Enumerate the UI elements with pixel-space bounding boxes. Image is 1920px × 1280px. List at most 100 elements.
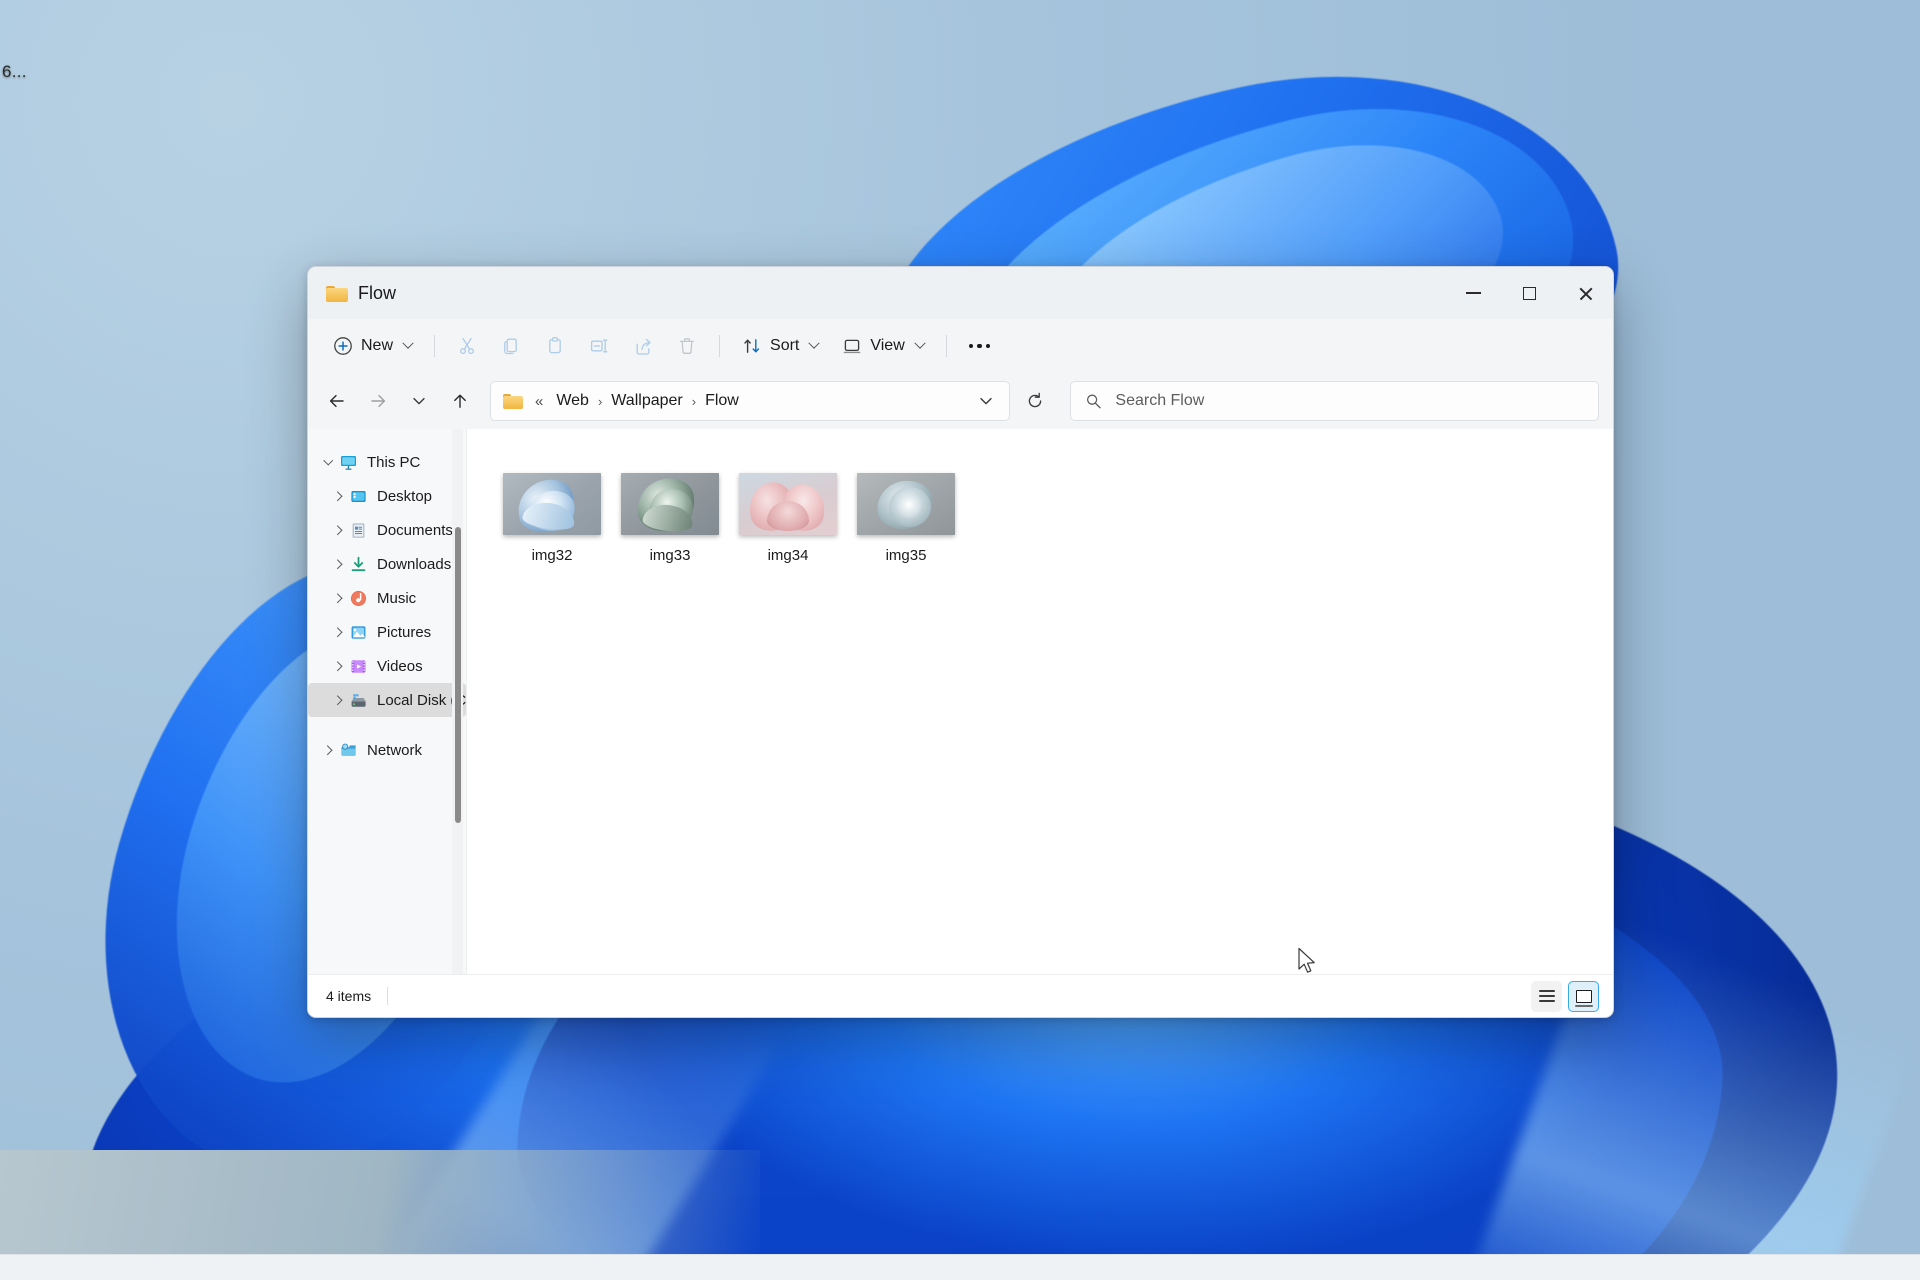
file-item[interactable]: img34 <box>729 467 847 572</box>
search-input[interactable] <box>1115 392 1584 410</box>
share-icon <box>636 338 651 355</box>
breadcrumb-item-wallpaper[interactable]: Wallpaper <box>604 388 689 414</box>
taskbar[interactable] <box>0 1254 1920 1280</box>
expand-chevron-icon[interactable] <box>328 588 348 608</box>
arrow-right-icon <box>371 394 386 408</box>
sidebar-label: Desktop <box>377 487 433 505</box>
sidebar-item-this-pc[interactable]: This PC <box>308 445 466 479</box>
this-pc-icon <box>338 452 358 472</box>
file-thumbnail <box>503 473 601 535</box>
file-name: img32 <box>531 547 573 564</box>
breadcrumb-dropdown-button[interactable] <box>969 384 1003 418</box>
search-box[interactable] <box>1069 381 1599 421</box>
view-toggle-group <box>1531 980 1599 1012</box>
new-button[interactable]: New <box>322 327 423 365</box>
expand-chevron-icon[interactable] <box>328 622 348 642</box>
close-button[interactable] <box>1557 267 1613 319</box>
expand-chevron-icon[interactable] <box>318 740 338 760</box>
minimize-button[interactable] <box>1445 267 1501 319</box>
expand-chevron-icon[interactable] <box>328 656 348 676</box>
status-bar: 4 items <box>308 974 1613 1017</box>
maximize-button[interactable] <box>1501 267 1557 319</box>
chevron-down-icon <box>979 397 992 405</box>
refresh-button[interactable] <box>1015 381 1055 421</box>
status-divider <box>387 987 389 1005</box>
videos-icon <box>348 656 368 676</box>
copy-icon <box>504 338 517 355</box>
trash-icon <box>679 338 695 354</box>
file-item[interactable]: img33 <box>611 467 729 572</box>
window-controls <box>1445 267 1613 319</box>
music-icon <box>348 588 368 608</box>
sidebar-scrollbar[interactable] <box>452 429 463 974</box>
file-thumbnail <box>739 473 837 535</box>
toolbar-divider-1 <box>434 335 436 357</box>
sort-button[interactable]: Sort <box>731 327 829 365</box>
folder-icon <box>326 284 348 302</box>
sidebar-label: Downloads <box>377 555 452 573</box>
back-button[interactable] <box>318 382 356 420</box>
paste-button[interactable] <box>534 327 576 365</box>
file-item[interactable]: img32 <box>493 467 611 572</box>
search-icon <box>1086 394 1101 409</box>
delete-button[interactable] <box>666 327 708 365</box>
expand-chevron-icon[interactable] <box>318 452 338 472</box>
details-view-button[interactable] <box>1531 980 1562 1012</box>
local-disk-icon <box>348 690 368 710</box>
expand-chevron-icon[interactable] <box>328 554 348 574</box>
sidebar-item-videos[interactable]: Videos <box>308 649 466 683</box>
new-button-label: New <box>361 337 394 354</box>
cut-button[interactable] <box>446 327 488 365</box>
sidebar-label: Network <box>367 741 423 759</box>
scissors-icon <box>460 337 474 355</box>
view-button[interactable]: View <box>831 327 934 365</box>
documents-icon <box>348 520 368 540</box>
ellipsis-icon <box>968 343 991 349</box>
rename-button[interactable] <box>578 327 620 365</box>
sidebar-item-music[interactable]: Music <box>308 581 466 615</box>
see-more-button[interactable] <box>958 327 1002 365</box>
file-list-pane[interactable]: img32 img33 img34 img35 <box>466 429 1613 974</box>
network-icon <box>338 740 358 760</box>
chevron-down-icon <box>914 337 926 349</box>
sidebar-label: Videos <box>377 657 423 675</box>
sidebar-item-pictures[interactable]: Pictures <box>308 615 466 649</box>
chevron-down-icon <box>413 397 425 405</box>
sidebar-item-downloads[interactable]: Downloads <box>308 547 466 581</box>
up-button[interactable] <box>441 382 479 420</box>
window-title: Flow <box>358 282 397 303</box>
sidebar-scrollbar-thumb[interactable] <box>454 527 461 823</box>
file-thumbnail <box>621 473 719 535</box>
share-button[interactable] <box>622 327 664 365</box>
breadcrumb[interactable]: « Web › Wallpaper › Flow <box>490 381 1010 421</box>
file-item[interactable]: img35 <box>847 467 965 572</box>
breadcrumb-overflow[interactable]: « <box>533 393 549 410</box>
list-lines-icon <box>1538 990 1555 1002</box>
sidebar-item-local-disk-c[interactable]: Local Disk (C:) <box>308 683 466 717</box>
copy-button[interactable] <box>490 327 532 365</box>
sidebar-label: This PC <box>367 453 421 471</box>
sidebar-item-documents[interactable]: Documents <box>308 513 466 547</box>
expand-chevron-icon[interactable] <box>328 486 348 506</box>
file-explorer-window[interactable]: Flow New Sort View « Web › Wallpaper › F… <box>307 266 1614 1018</box>
breadcrumb-separator: › <box>597 393 603 409</box>
breadcrumb-item-web[interactable]: Web <box>549 388 596 414</box>
thumbnail-view-icon <box>1574 989 1593 1007</box>
large-icons-view-button[interactable] <box>1568 980 1599 1012</box>
sort-icon <box>744 339 760 353</box>
forward-button[interactable] <box>359 382 397 420</box>
command-bar: New Sort View <box>308 319 1613 373</box>
title-bar[interactable]: Flow <box>308 267 1613 319</box>
recent-locations-button[interactable] <box>400 382 438 420</box>
navigation-pane[interactable]: This PC Desktop Documents Downloads Musi… <box>308 429 466 974</box>
breadcrumb-item-flow[interactable]: Flow <box>698 388 746 414</box>
sidebar-item-desktop[interactable]: Desktop <box>308 479 466 513</box>
rename-icon <box>590 339 608 353</box>
breadcrumb-folder-icon <box>503 393 523 409</box>
arrow-left-icon <box>329 394 344 408</box>
sidebar-item-network[interactable]: Network <box>308 733 466 767</box>
expand-chevron-icon[interactable] <box>328 690 348 710</box>
file-name: img35 <box>885 547 927 564</box>
toolbar-divider-3 <box>945 335 947 357</box>
expand-chevron-icon[interactable] <box>328 520 348 540</box>
